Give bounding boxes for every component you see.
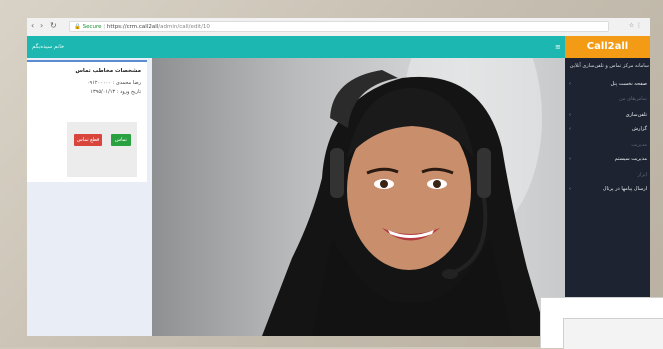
browser-menu-icon[interactable]: ☆ ⋮ (629, 22, 642, 29)
left-panel: مشخصات مخاطب تماس رضا محمدی : ۰۹۱۲۰۰۰۰۰ … (27, 58, 152, 336)
sidebar-item[interactable]: ‹ ارسال پیامها در پرتال (569, 186, 647, 193)
address-bar[interactable]: 🔒 Secure | https://crm.call2all/admin/ca… (69, 21, 609, 32)
sidebar-item-label: ابزار (637, 172, 647, 178)
chevron-left-icon: ‹ (569, 112, 571, 118)
app-header: خانم سیده‌بگم ≡ (27, 36, 565, 58)
overlay-window-content (563, 318, 663, 349)
sidebar-item[interactable]: مدیریت (569, 142, 647, 149)
contact-card-title: مشخصات مخاطب تماس (75, 68, 141, 74)
back-icon[interactable]: ‹ (31, 21, 34, 31)
sidebar-item-label: گزارش (631, 126, 647, 132)
chevron-left-icon: ‹ (569, 186, 571, 192)
chevron-left-icon: ‹ (569, 126, 571, 132)
header-user-label[interactable]: خانم سیده‌بگم (32, 36, 64, 58)
browser-toolbar: ‹ › ↻ 🔒 Secure | https://crm.call2all/ad… (27, 18, 650, 37)
url-path: /admin/call/edit/10 (158, 24, 210, 30)
contact-date-line: تاریخ ورود : ۱۳۹۵/۰۱/۱۳ (90, 89, 141, 95)
sidebar-item[interactable]: ‹ صفحه نخست پنل (569, 81, 647, 88)
url-host: https://crm.call2all (106, 24, 159, 30)
reject-call-button[interactable]: قطع تماس (74, 134, 102, 146)
forward-icon[interactable]: › (40, 21, 43, 31)
overlay-window (540, 297, 663, 349)
call-actions: قطع تماس تماس (67, 122, 137, 177)
browser-window: ‹ › ↻ 🔒 Secure | https://crm.call2all/ad… (27, 18, 650, 336)
sidebar-item[interactable]: ‹ مدیریت سیستم (569, 156, 647, 163)
hamburger-menu-icon[interactable]: ≡ (555, 36, 561, 58)
lock-icon: 🔒 (74, 24, 81, 30)
security-label: Secure (82, 24, 102, 30)
reload-icon[interactable]: ↻ (50, 21, 57, 31)
app-logo[interactable]: Call2all (565, 36, 650, 58)
operator-video (152, 58, 565, 336)
chevron-left-icon: ‹ (569, 156, 571, 162)
sidebar-item-label: مدیریت سیستم (614, 156, 647, 162)
sidebar-title: سامانه مرکز تماس و تلفن‌سازی آنلاین (569, 63, 649, 69)
sidebar: Call2all سامانه مرکز تماس و تلفن‌سازی آن… (565, 36, 650, 336)
contact-phone-line: رضا محمدی : ۰۹۱۲۰۰۰۰۰ (86, 80, 141, 86)
contact-info-card: مشخصات مخاطب تماس رضا محمدی : ۰۹۱۲۰۰۰۰۰ … (27, 60, 147, 182)
sidebar-item[interactable]: ‹ تلفن‌سازی (569, 112, 647, 119)
operator-photo (262, 58, 547, 336)
sidebar-item[interactable]: ‹ گزارش (569, 126, 647, 133)
accept-call-button[interactable]: تماس (111, 134, 131, 146)
background-scene: ‹ › ↻ 🔒 Secure | https://crm.call2all/ad… (0, 0, 663, 349)
sidebar-item[interactable]: تماس‌های من (569, 96, 647, 103)
sidebar-item-label: تماس‌های من (618, 96, 647, 102)
sidebar-item[interactable]: ابزار (569, 172, 647, 179)
sidebar-item-label: مدیریت (631, 142, 647, 148)
sidebar-item-label: ارسال پیامها در پرتال (602, 186, 647, 192)
sidebar-item-label: تلفن‌سازی (625, 112, 647, 118)
sidebar-item-label: صفحه نخست پنل (610, 81, 647, 87)
chevron-left-icon: ‹ (569, 81, 571, 87)
